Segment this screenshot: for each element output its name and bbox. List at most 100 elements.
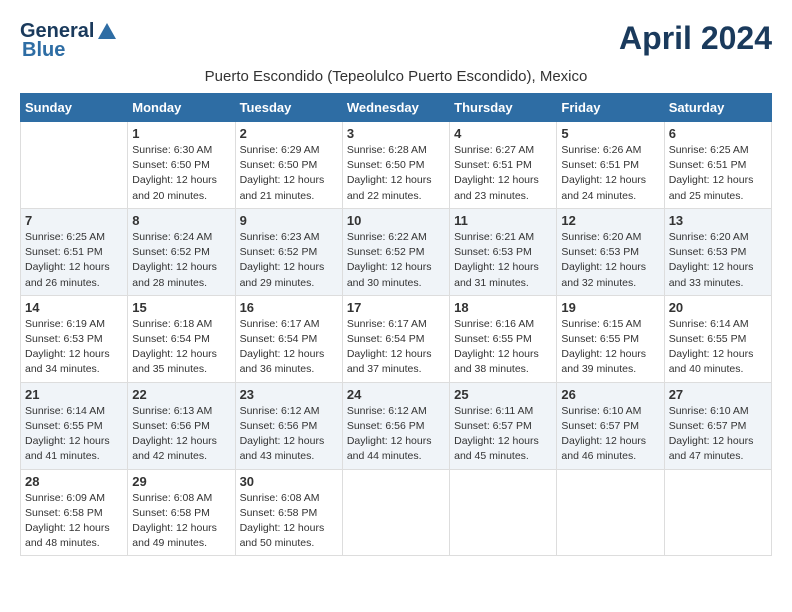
calendar-cell: 23 Sunrise: 6:12 AM Sunset: 6:56 PM Dayli… — [235, 382, 342, 469]
day-info: Sunrise: 6:17 AM Sunset: 6:54 PM Dayligh… — [240, 317, 338, 378]
day-info: Sunrise: 6:12 AM Sunset: 6:56 PM Dayligh… — [240, 404, 338, 465]
day-info: Sunrise: 6:25 AM Sunset: 6:51 PM Dayligh… — [25, 230, 123, 291]
day-number: 27 — [669, 387, 767, 402]
col-header-wednesday: Wednesday — [342, 94, 449, 122]
day-info: Sunrise: 6:28 AM Sunset: 6:50 PM Dayligh… — [347, 143, 445, 204]
day-info: Sunrise: 6:29 AM Sunset: 6:50 PM Dayligh… — [240, 143, 338, 204]
calendar-cell: 10Sunrise: 6:22 AM Sunset: 6:52 PM Dayli… — [342, 208, 449, 295]
calendar-cell: 27 Sunrise: 6:10 AM Sunset: 6:57 PM Dayli… — [664, 382, 771, 469]
day-info: Sunrise: 6:24 AM Sunset: 6:52 PM Dayligh… — [132, 230, 230, 291]
day-number: 30 — [240, 474, 338, 489]
calendar-cell: 25 Sunrise: 6:11 AM Sunset: 6:57 PM Dayli… — [450, 382, 557, 469]
day-info: Sunrise: 6:19 AM Sunset: 6:53 PM Dayligh… — [25, 317, 123, 378]
day-info: Sunrise: 6:26 AM Sunset: 6:51 PM Dayligh… — [561, 143, 659, 204]
day-number: 19 — [561, 300, 659, 315]
day-info: Sunrise: 6:14 AM Sunset: 6:55 PM Dayligh… — [25, 404, 123, 465]
calendar-cell — [21, 122, 128, 209]
day-info: Sunrise: 6:10 AM Sunset: 6:57 PM Dayligh… — [669, 404, 767, 465]
day-info: Sunrise: 6:27 AM Sunset: 6:51 PM Dayligh… — [454, 143, 552, 204]
day-number: 23 — [240, 387, 338, 402]
day-number: 18 — [454, 300, 552, 315]
calendar-cell: 9 Sunrise: 6:23 AM Sunset: 6:52 PM Daylig… — [235, 208, 342, 295]
day-info: Sunrise: 6:08 AM Sunset: 6:58 PM Dayligh… — [240, 491, 338, 552]
day-number: 9 — [240, 213, 338, 228]
day-info: Sunrise: 6:15 AM Sunset: 6:55 PM Dayligh… — [561, 317, 659, 378]
day-info: Sunrise: 6:12 AM Sunset: 6:56 PM Dayligh… — [347, 404, 445, 465]
day-info: Sunrise: 6:17 AM Sunset: 6:54 PM Dayligh… — [347, 317, 445, 378]
day-number: 29 — [132, 474, 230, 489]
day-number: 22 — [132, 387, 230, 402]
col-header-tuesday: Tuesday — [235, 94, 342, 122]
calendar-cell: 28 Sunrise: 6:09 AM Sunset: 6:58 PM Dayli… — [21, 469, 128, 556]
logo-icon — [96, 21, 118, 43]
day-number: 28 — [25, 474, 123, 489]
day-info: Sunrise: 6:08 AM Sunset: 6:58 PM Dayligh… — [132, 491, 230, 552]
calendar-cell: 6Sunrise: 6:25 AM Sunset: 6:51 PM Daylig… — [664, 122, 771, 209]
calendar-cell — [342, 469, 449, 556]
col-header-sunday: Sunday — [21, 94, 128, 122]
calendar-cell: 13 Sunrise: 6:20 AM Sunset: 6:53 PM Dayli… — [664, 208, 771, 295]
day-info: Sunrise: 6:20 AM Sunset: 6:53 PM Dayligh… — [669, 230, 767, 291]
day-number: 3 — [347, 126, 445, 141]
day-number: 5 — [561, 126, 659, 141]
day-number: 12 — [561, 213, 659, 228]
day-info: Sunrise: 6:14 AM Sunset: 6:55 PM Dayligh… — [669, 317, 767, 378]
day-info: Sunrise: 6:09 AM Sunset: 6:58 PM Dayligh… — [25, 491, 123, 552]
day-info: Sunrise: 6:23 AM Sunset: 6:52 PM Dayligh… — [240, 230, 338, 291]
calendar-cell: 22 Sunrise: 6:13 AM Sunset: 6:56 PM Dayli… — [128, 382, 235, 469]
day-info: Sunrise: 6:18 AM Sunset: 6:54 PM Dayligh… — [132, 317, 230, 378]
calendar-cell: 4 Sunrise: 6:27 AM Sunset: 6:51 PM Daylig… — [450, 122, 557, 209]
month-title: April 2024 — [619, 20, 772, 57]
calendar-cell: 12 Sunrise: 6:20 AM Sunset: 6:53 PM Dayli… — [557, 208, 664, 295]
calendar-cell: 19 Sunrise: 6:15 AM Sunset: 6:55 PM Dayli… — [557, 295, 664, 382]
day-info: Sunrise: 6:22 AM Sunset: 6:52 PM Dayligh… — [347, 230, 445, 291]
calendar-cell: 16 Sunrise: 6:17 AM Sunset: 6:54 PM Dayli… — [235, 295, 342, 382]
logo: General Blue — [20, 20, 118, 62]
day-number: 24 — [347, 387, 445, 402]
calendar-cell: 2 Sunrise: 6:29 AM Sunset: 6:50 PM Daylig… — [235, 122, 342, 209]
calendar-cell: 30 Sunrise: 6:08 AM Sunset: 6:58 PM Dayli… — [235, 469, 342, 556]
day-number: 4 — [454, 126, 552, 141]
logo-text-blue: Blue — [22, 39, 65, 62]
day-number: 25 — [454, 387, 552, 402]
day-number: 13 — [669, 213, 767, 228]
calendar-cell: 1Sunrise: 6:30 AM Sunset: 6:50 PM Daylig… — [128, 122, 235, 209]
calendar-cell — [557, 469, 664, 556]
calendar-cell — [664, 469, 771, 556]
day-number: 20 — [669, 300, 767, 315]
col-header-monday: Monday — [128, 94, 235, 122]
day-number: 17 — [347, 300, 445, 315]
calendar-cell: 11Sunrise: 6:21 AM Sunset: 6:53 PM Dayli… — [450, 208, 557, 295]
calendar-cell: 3 Sunrise: 6:28 AM Sunset: 6:50 PM Daylig… — [342, 122, 449, 209]
calendar-cell — [450, 469, 557, 556]
day-info: Sunrise: 6:16 AM Sunset: 6:55 PM Dayligh… — [454, 317, 552, 378]
day-number: 15 — [132, 300, 230, 315]
calendar-cell: 5 Sunrise: 6:26 AM Sunset: 6:51 PM Daylig… — [557, 122, 664, 209]
calendar-table: SundayMondayTuesdayWednesdayThursdayFrid… — [20, 93, 772, 556]
day-number: 21 — [25, 387, 123, 402]
day-info: Sunrise: 6:10 AM Sunset: 6:57 PM Dayligh… — [561, 404, 659, 465]
day-number: 2 — [240, 126, 338, 141]
calendar-cell: 17 Sunrise: 6:17 AM Sunset: 6:54 PM Dayli… — [342, 295, 449, 382]
day-info: Sunrise: 6:25 AM Sunset: 6:51 PM Dayligh… — [669, 143, 767, 204]
calendar-cell: 18 Sunrise: 6:16 AM Sunset: 6:55 PM Dayli… — [450, 295, 557, 382]
col-header-thursday: Thursday — [450, 94, 557, 122]
day-info: Sunrise: 6:20 AM Sunset: 6:53 PM Dayligh… — [561, 230, 659, 291]
calendar-cell: 26 Sunrise: 6:10 AM Sunset: 6:57 PM Dayli… — [557, 382, 664, 469]
day-number: 26 — [561, 387, 659, 402]
calendar-cell: 24 Sunrise: 6:12 AM Sunset: 6:56 PM Dayli… — [342, 382, 449, 469]
calendar-cell: 14 Sunrise: 6:19 AM Sunset: 6:53 PM Dayli… — [21, 295, 128, 382]
day-number: 14 — [25, 300, 123, 315]
calendar-cell: 15 Sunrise: 6:18 AM Sunset: 6:54 PM Dayli… — [128, 295, 235, 382]
calendar-cell: 20 Sunrise: 6:14 AM Sunset: 6:55 PM Dayli… — [664, 295, 771, 382]
calendar-cell: 21 Sunrise: 6:14 AM Sunset: 6:55 PM Dayli… — [21, 382, 128, 469]
day-number: 16 — [240, 300, 338, 315]
day-number: 8 — [132, 213, 230, 228]
day-info: Sunrise: 6:11 AM Sunset: 6:57 PM Dayligh… — [454, 404, 552, 465]
calendar-cell: 8 Sunrise: 6:24 AM Sunset: 6:52 PM Daylig… — [128, 208, 235, 295]
day-info: Sunrise: 6:30 AM Sunset: 6:50 PM Dayligh… — [132, 143, 230, 204]
day-info: Sunrise: 6:13 AM Sunset: 6:56 PM Dayligh… — [132, 404, 230, 465]
day-number: 11 — [454, 213, 552, 228]
col-header-saturday: Saturday — [664, 94, 771, 122]
day-number: 7 — [25, 213, 123, 228]
